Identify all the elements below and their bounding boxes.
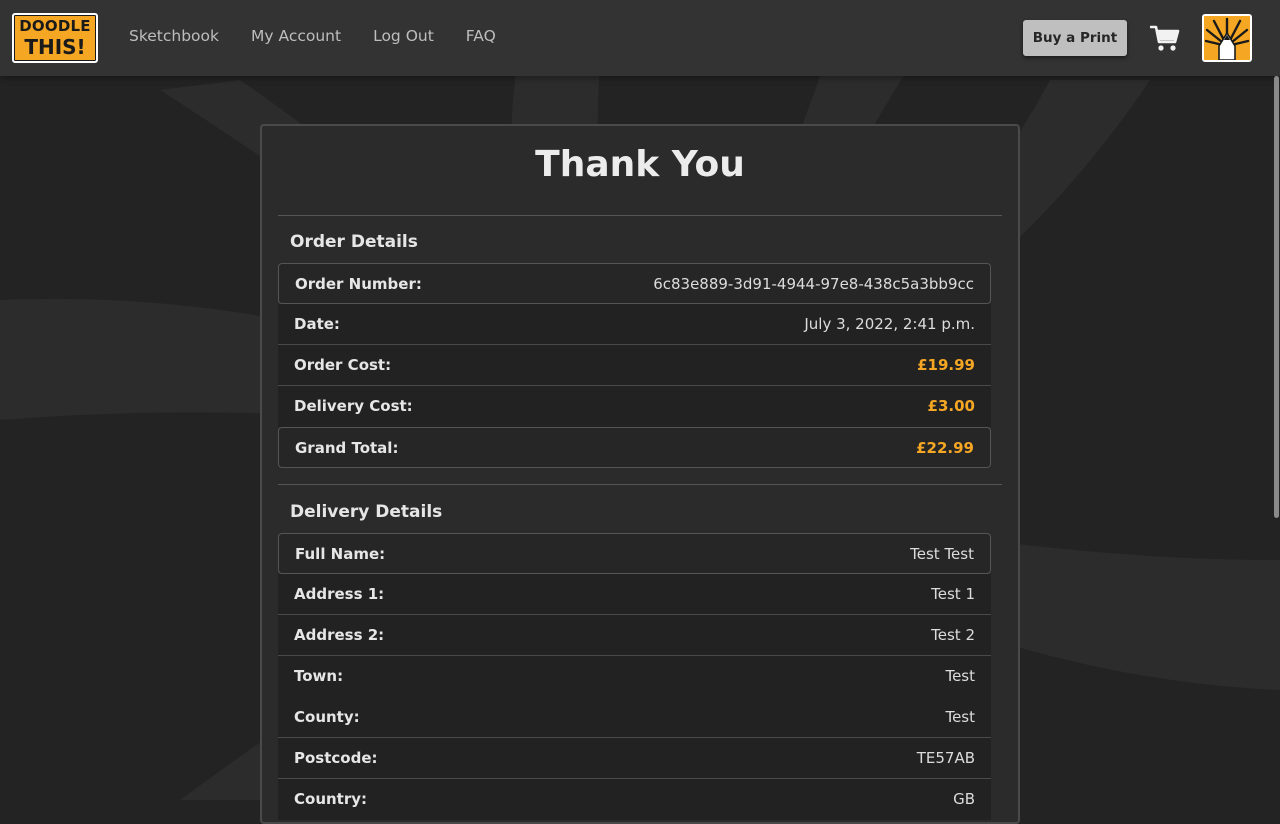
grand-total-value: £22.99: [916, 439, 974, 457]
county-row: County: Test: [278, 697, 991, 738]
order-cost-value: £19.99: [917, 356, 975, 374]
order-number-value: 6c83e889-3d91-4944-97e8-438c5a3bb9cc: [653, 275, 974, 293]
postcode-value: TE57AB: [916, 749, 975, 767]
full-name-row: Full Name: Test Test: [278, 533, 991, 574]
address-2-row: Address 2: Test 2: [278, 615, 991, 656]
nav-link-faq[interactable]: FAQ: [466, 27, 496, 45]
delivery-details-heading: Delivery Details: [290, 502, 443, 522]
delivery-details-table: Full Name: Test Test Address 1: Test 1 A…: [278, 533, 991, 820]
order-details-heading: Order Details: [290, 232, 418, 252]
order-cost-row: Order Cost: £19.99: [278, 345, 991, 386]
divider: [278, 215, 1002, 216]
row-label: Address 2:: [294, 626, 385, 644]
brand-logo[interactable]: DOODLE THIS!: [12, 13, 98, 63]
nav-links: Sketchbook My Account Log Out FAQ: [129, 27, 528, 45]
row-label: Postcode:: [294, 749, 378, 767]
thank-you-card: Thank You Order Details Order Number: 6c…: [260, 124, 1020, 824]
date-row: Date: July 3, 2022, 2:41 p.m.: [278, 304, 991, 345]
scrollbar-thumb[interactable]: [1274, 76, 1279, 518]
full-name-value: Test Test: [910, 545, 974, 563]
order-details-table: Order Number: 6c83e889-3d91-4944-97e8-43…: [278, 263, 991, 468]
order-number-row: Order Number: 6c83e889-3d91-4944-97e8-43…: [278, 263, 991, 304]
town-value: Test: [945, 667, 975, 685]
row-label: Full Name:: [295, 545, 386, 563]
sunburst-pencil-icon[interactable]: [1202, 14, 1252, 62]
brand-logo-line2: THIS!: [24, 35, 86, 59]
row-label: Country:: [294, 790, 368, 808]
row-label: Order Number:: [295, 275, 422, 293]
row-label: County:: [294, 708, 360, 726]
postcode-row: Postcode: TE57AB: [278, 738, 991, 779]
navbar: DOODLE THIS! Sketchbook My Account Log O…: [0, 0, 1280, 76]
delivery-cost-value: £3.00: [927, 397, 975, 415]
address-1-row: Address 1: Test 1: [278, 574, 991, 615]
country-value: GB: [953, 790, 975, 808]
row-label: Delivery Cost:: [294, 397, 413, 415]
grand-total-row: Grand Total: £22.99: [278, 427, 991, 468]
nav-link-sketchbook[interactable]: Sketchbook: [129, 27, 219, 45]
row-label: Order Cost:: [294, 356, 392, 374]
page-title: Thank You: [535, 144, 745, 185]
row-label: Date:: [294, 315, 340, 333]
scrollbar[interactable]: [1274, 76, 1280, 800]
row-label: Address 1:: [294, 585, 385, 603]
brand-logo-line1: DOODLE: [19, 17, 91, 35]
row-label: Grand Total:: [295, 439, 399, 457]
divider: [278, 484, 1002, 485]
address-2-value: Test 2: [931, 626, 975, 644]
nav-link-my-account[interactable]: My Account: [251, 27, 341, 45]
delivery-cost-row: Delivery Cost: £3.00: [278, 386, 991, 427]
row-label: Town:: [294, 667, 344, 685]
nav-link-log-out[interactable]: Log Out: [373, 27, 434, 45]
date-value: July 3, 2022, 2:41 p.m.: [804, 315, 975, 333]
buy-a-print-button[interactable]: Buy a Print: [1023, 20, 1127, 56]
county-value: Test: [945, 708, 975, 726]
address-1-value: Test 1: [931, 585, 975, 603]
town-row: Town: Test: [278, 656, 991, 697]
cart-icon[interactable]: [1149, 24, 1180, 52]
